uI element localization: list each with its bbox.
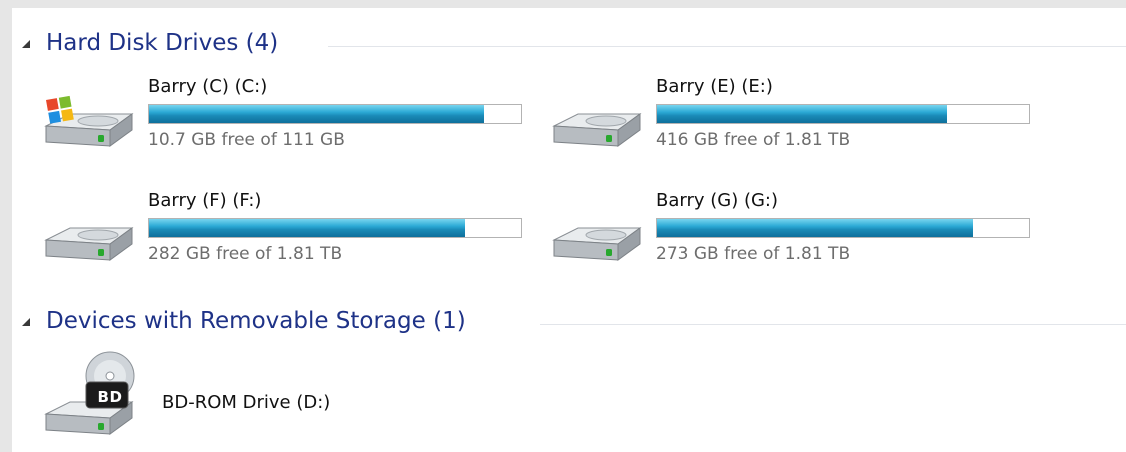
drive-item-g[interactable]: Barry (G) (G:) 273 GB free of 1.81 TB [548, 190, 1038, 296]
capacity-bar-fill [149, 219, 466, 237]
capacity-bar-fill [657, 105, 948, 123]
capacity-bar-fill [657, 219, 974, 237]
windows-hard-drive-icon [44, 95, 134, 147]
hard-drive-icon [44, 227, 134, 261]
capacity-bar [656, 104, 1030, 124]
drive-name: Barry (G) (G:) [656, 190, 779, 211]
collapse-arrow-icon[interactable] [22, 40, 30, 48]
drive-item-c[interactable]: Barry (C) (C:) 10.7 GB free of 111 GB [40, 76, 530, 182]
drive-free-space: 273 GB free of 1.81 TB [656, 244, 851, 264]
capacity-bar-fill [149, 105, 484, 123]
group-title: Hard Disk Drives (4) [46, 30, 279, 56]
group-divider [328, 46, 1126, 47]
drive-item-f[interactable]: Barry (F) (F:) 282 GB free of 1.81 TB [40, 190, 530, 296]
capacity-bar [148, 104, 522, 124]
group-title: Devices with Removable Storage (1) [46, 308, 466, 334]
group-header-removable-storage[interactable]: Devices with Removable Storage (1) [12, 304, 1126, 340]
group-header-hard-disk-drives[interactable]: Hard Disk Drives (4) [12, 26, 1126, 62]
drive-name: Barry (F) (F:) [148, 190, 262, 211]
collapse-arrow-icon[interactable] [22, 318, 30, 326]
computer-pane: Hard Disk Drives (4) Barry (C) (C:) 10.7… [12, 8, 1126, 452]
drive-free-space: 416 GB free of 1.81 TB [656, 130, 851, 150]
drive-free-space: 282 GB free of 1.81 TB [148, 244, 343, 264]
drive-item-e[interactable]: Barry (E) (E:) 416 GB free of 1.81 TB [548, 76, 1038, 182]
bd-rom-drive-name[interactable]: BD-ROM Drive (D:) [162, 392, 330, 413]
drive-name: Barry (C) (C:) [148, 76, 268, 97]
bd-badge-label: BD [97, 388, 123, 406]
capacity-bar [656, 218, 1030, 238]
hard-drive-icon [552, 227, 642, 261]
group-divider [540, 324, 1126, 325]
drive-free-space: 10.7 GB free of 111 GB [148, 130, 345, 150]
drive-name: Barry (E) (E:) [656, 76, 773, 97]
hard-drive-icon [552, 113, 642, 147]
capacity-bar [148, 218, 522, 238]
